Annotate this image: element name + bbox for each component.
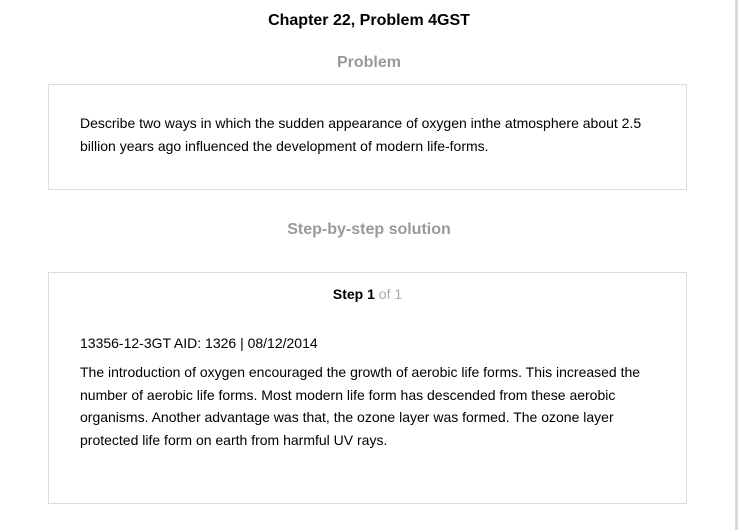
step-total: of 1 (378, 286, 403, 302)
answer-meta: 13356-12-3GT AID: 1326 | 08/12/2014 (80, 335, 318, 351)
solution-heading: Step-by-step solution (287, 221, 451, 238)
problem-text: Describe two ways in which the sudden ap… (80, 115, 642, 154)
problem-card: Describe two ways in which the sudden ap… (48, 84, 687, 190)
step-word: Step (332, 286, 364, 302)
step-number: 1 (367, 286, 375, 302)
page-title: Chapter 22, Problem 4GST (268, 12, 470, 29)
problem-heading: Problem (336, 54, 401, 71)
solution-card: Step 1 of 1 13356-12-3GT AID: 1326 | 08/… (48, 272, 687, 504)
step-indicator: Step 1 of 1 (49, 286, 686, 302)
solution-text: The introduction of oxygen encouraged th… (80, 364, 641, 448)
